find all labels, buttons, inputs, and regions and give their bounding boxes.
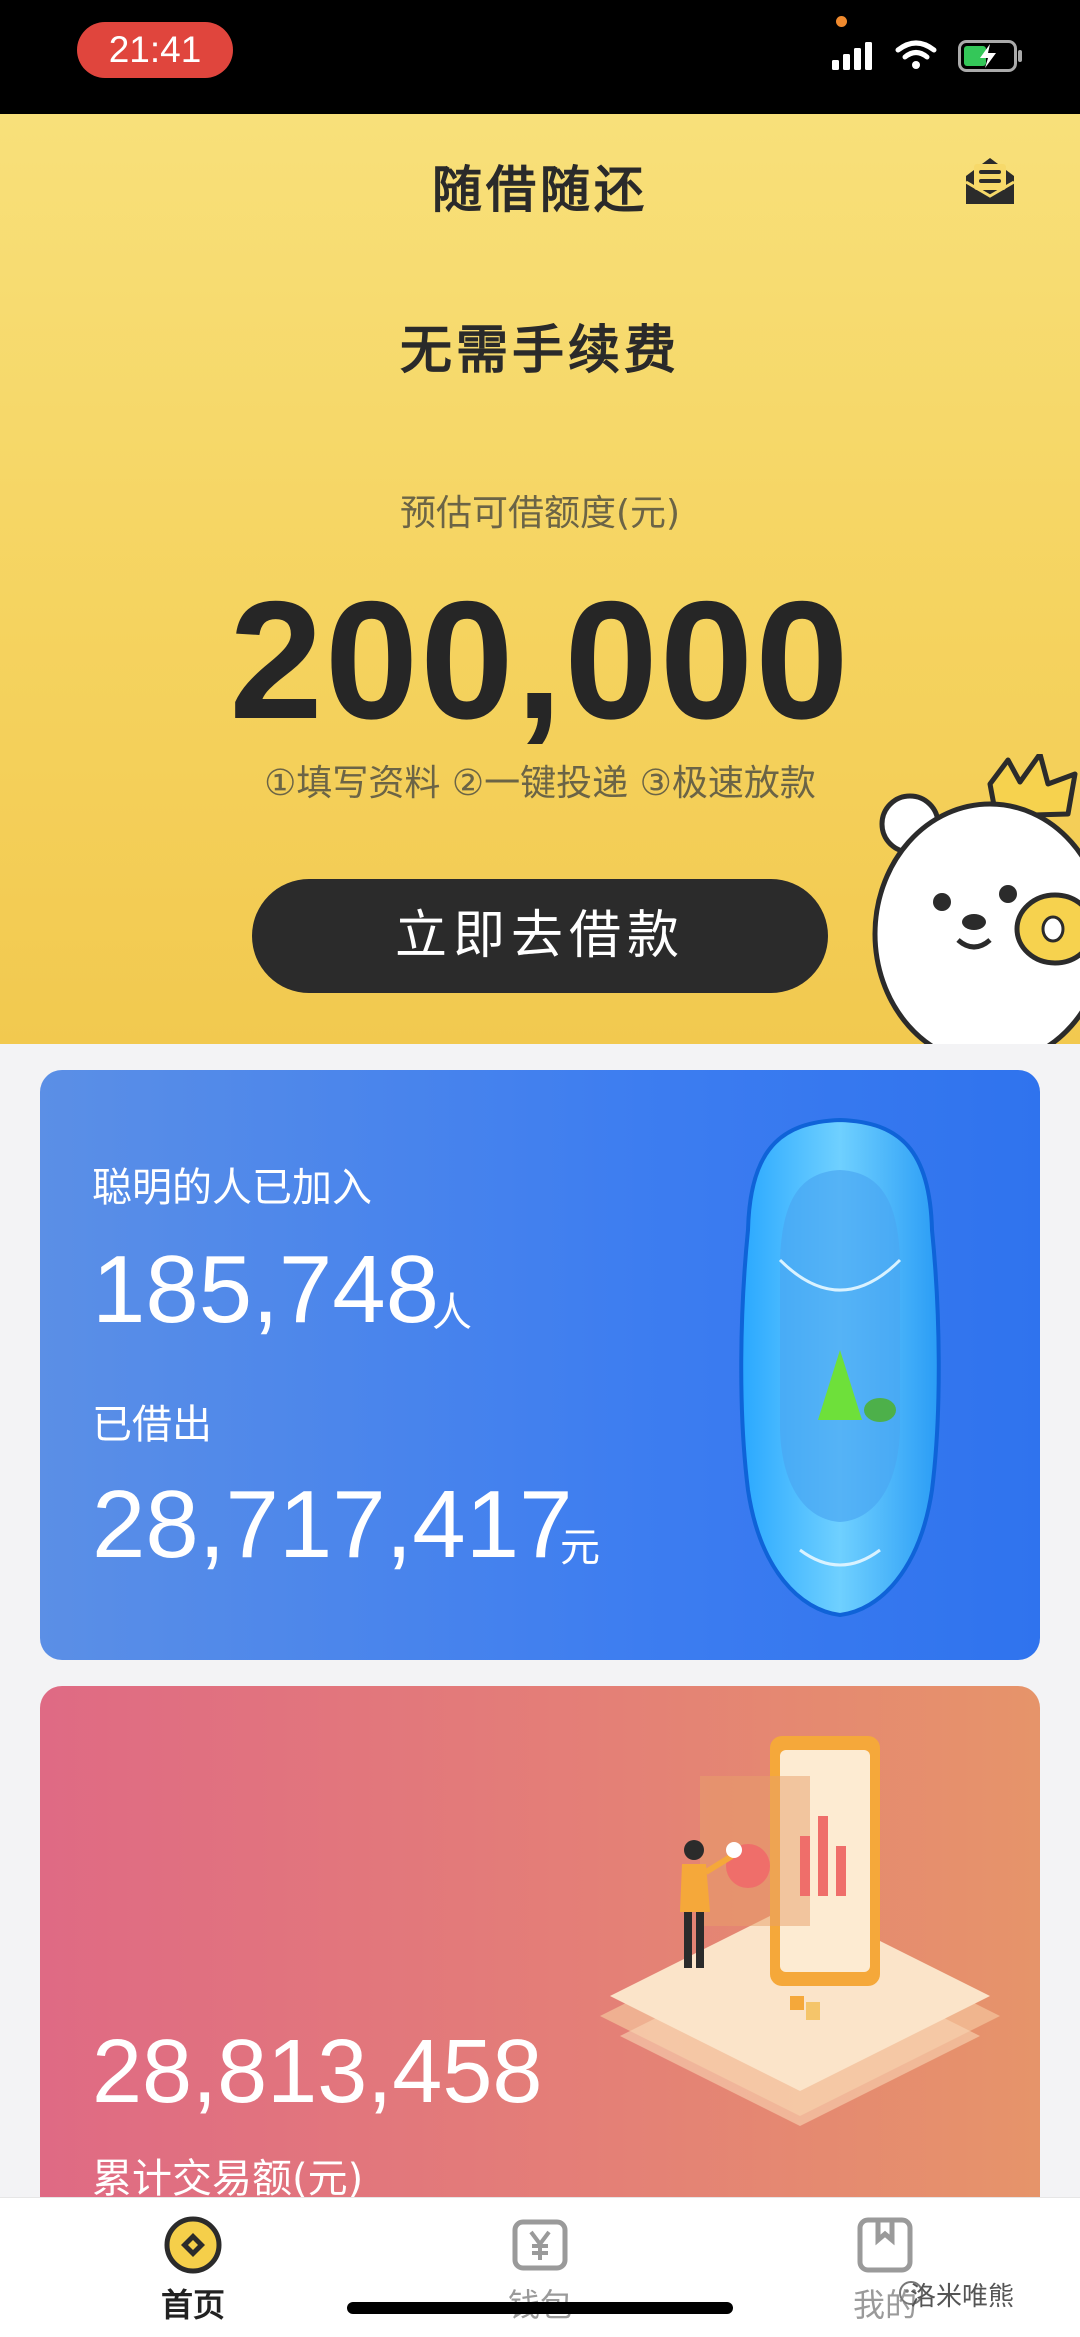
joined-users-label: 聪明的人已加入: [92, 1165, 372, 1211]
no-fee-headline: 无需手续费: [399, 321, 680, 381]
hero-section: 随借随还 无需手续费 预估可借额度(元) 200,000 ①填写资料 ②一键投递…: [0, 114, 1080, 1044]
profile-icon: [857, 2217, 913, 2273]
wifi-icon: [895, 40, 937, 69]
bottom-tab-bar: 首页 钱包 我的: [0, 2197, 1080, 2337]
amount-lent-value: 28,717,417: [92, 1471, 573, 1578]
amount-lent-label: 已借出: [92, 1402, 212, 1448]
watermark-text: 洛米唯熊: [910, 2282, 1015, 2312]
sports-car-illustration: [739, 1117, 941, 1618]
joined-users-count: 185,748: [92, 1236, 440, 1343]
status-bar: 21:41: [0, 0, 1080, 114]
tab-home-label: 首页: [160, 2286, 225, 2324]
home-coin-icon: [164, 2216, 222, 2274]
joined-users-unit: 人: [432, 1290, 472, 1336]
privacy-indicator-dot: [836, 16, 847, 27]
page-title: 随借随还: [432, 161, 648, 219]
total-volume-value: 28,813,458: [92, 2022, 543, 2122]
total-volume-label: 累计交易额(元): [92, 2156, 364, 2202]
message-envelope-icon[interactable]: [960, 152, 1020, 210]
status-time: 21:41: [77, 22, 233, 78]
amount-lent-unit: 元: [560, 1525, 600, 1571]
wallet-yen-icon: [512, 2219, 568, 2271]
battery-charging-icon: [958, 40, 1022, 72]
home-indicator[interactable]: [347, 2302, 733, 2314]
transaction-volume-card: 28,813,458 累计交易额(元): [40, 1686, 1040, 2246]
tab-home[interactable]: 首页: [93, 2216, 293, 2326]
credit-limit-amount: 200,000: [229, 566, 851, 754]
credit-limit-label: 预估可借额度(元): [399, 493, 681, 534]
borrow-now-button[interactable]: 立即去借款: [252, 879, 828, 993]
cellular-signal-icon: [832, 42, 872, 70]
stats-card: 聪明的人已加入 185,748 人 已借出 28,717,417 元: [40, 1070, 1040, 1660]
bear-mascot-illustration: [872, 754, 1080, 1044]
data-analytics-illustration: [600, 1736, 1000, 2126]
